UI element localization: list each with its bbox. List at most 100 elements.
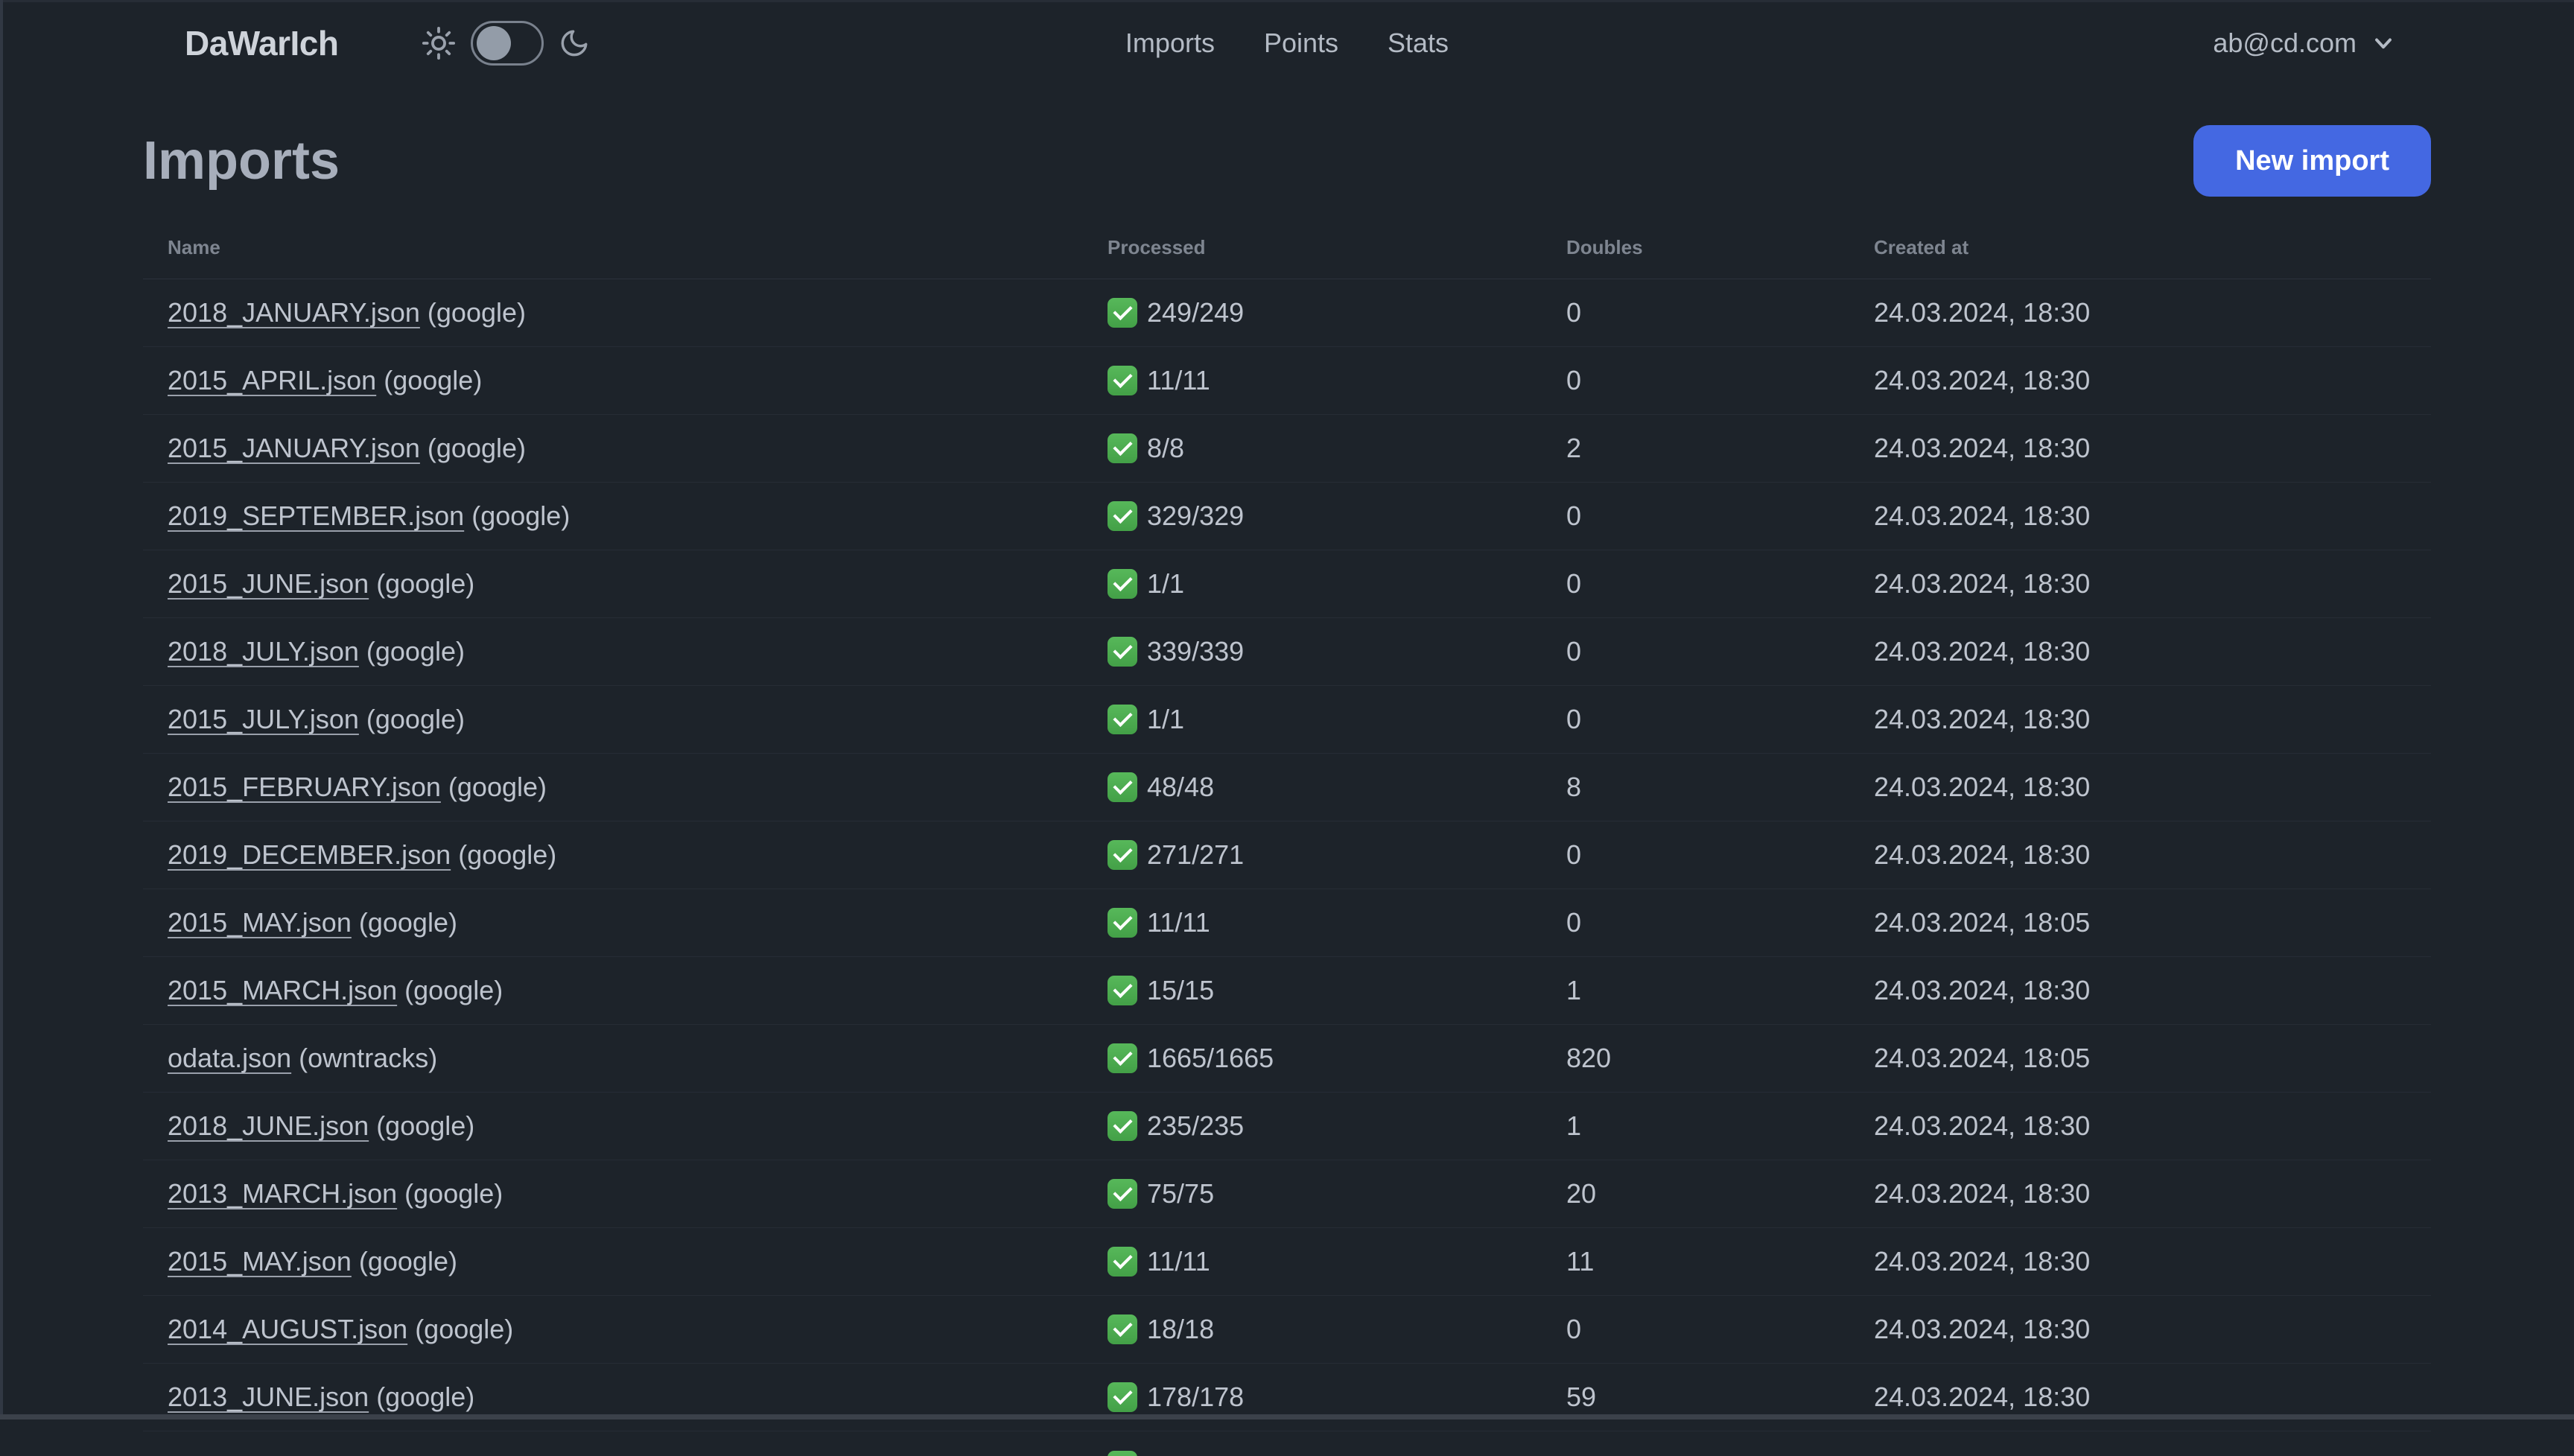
import-name-cell: 2014_AUGUST.json (google) bbox=[168, 1314, 1108, 1345]
import-created-at-cell: 24.03.2024, 18:30 bbox=[1874, 975, 2091, 1005]
new-import-button[interactable]: New import bbox=[2193, 125, 2431, 197]
theme-toggle-switch[interactable] bbox=[471, 21, 544, 66]
import-processed-cell: 1/1 bbox=[1108, 568, 1566, 600]
import-file-link[interactable]: 2015_MAY.json bbox=[168, 1246, 352, 1277]
import-file-link[interactable]: 2013_MARCH.json bbox=[168, 1178, 397, 1209]
check-icon bbox=[1108, 976, 1137, 1005]
check-icon bbox=[1108, 298, 1137, 328]
import-source: (google) bbox=[427, 433, 526, 463]
table-row: 2015_JULY.json (google) 1/1 0 24.03.2024… bbox=[143, 686, 2431, 754]
import-file-link[interactable]: 2015_FEBRUARY.json bbox=[168, 772, 441, 802]
import-name-cell: 2015_MAY.json (google) bbox=[168, 907, 1108, 938]
import-file-link[interactable]: 2018_JUNE.json bbox=[168, 1110, 369, 1141]
nav-imports[interactable]: Imports bbox=[1125, 28, 1215, 59]
import-processed-cell: 339/339 bbox=[1108, 636, 1566, 667]
table-row: odata.json (owntracks) 1665/1665 820 24.… bbox=[143, 1025, 2431, 1093]
column-header-doubles: Doubles bbox=[1566, 235, 1643, 258]
import-created-at-cell: 24.03.2024, 18:30 bbox=[1874, 636, 2091, 667]
processed-count: 235/235 bbox=[1147, 1110, 1245, 1141]
processed-count: 329/329 bbox=[1147, 500, 1245, 531]
table-row: 2018_JULY.json (google) 339/339 0 24.03.… bbox=[143, 618, 2431, 686]
check-icon bbox=[1108, 1451, 1137, 1456]
check-icon bbox=[1108, 433, 1137, 463]
import-source: (google) bbox=[404, 975, 503, 1005]
import-file-link[interactable]: 2015_APRIL.json bbox=[168, 365, 376, 395]
table-row: 2015_FEBRUARY.json (google) 48/48 8 24.0… bbox=[143, 754, 2431, 821]
check-icon bbox=[1108, 908, 1137, 938]
import-source: (google) bbox=[427, 297, 526, 328]
theme-toggle-group bbox=[422, 21, 590, 66]
table-body: 2018_JANUARY.json (google) 249/249 0 24.… bbox=[143, 279, 2431, 1431]
import-doubles-cell: 0 bbox=[1566, 839, 1582, 870]
processed-count: 249/249 bbox=[1147, 297, 1245, 328]
processed-count: 11/11 bbox=[1147, 365, 1210, 395]
nav-points[interactable]: Points bbox=[1264, 28, 1338, 59]
processed-count: 11/11 bbox=[1147, 1246, 1210, 1277]
import-processed-cell: 75/75 bbox=[1108, 1178, 1566, 1209]
table-row: 2013_MARCH.json (google) 75/75 20 24.03.… bbox=[143, 1160, 2431, 1228]
import-processed-cell: 249/249 bbox=[1108, 297, 1566, 328]
navbar-left: DaWarIch bbox=[185, 21, 590, 66]
import-doubles-cell: 0 bbox=[1566, 365, 1582, 395]
import-file-link[interactable]: 2015_JULY.json bbox=[168, 704, 359, 734]
import-name-cell: odata.json (owntracks) bbox=[168, 1043, 1108, 1074]
import-source: (google) bbox=[384, 365, 483, 395]
import-file-link[interactable]: 2014_AUGUST.json bbox=[168, 1314, 407, 1344]
import-created-at-cell: 24.03.2024, 18:30 bbox=[1874, 772, 2091, 802]
import-processed-cell: 178/178 bbox=[1108, 1382, 1566, 1413]
import-file-link[interactable]: 2018_JULY.json bbox=[168, 636, 359, 667]
import-file-link[interactable]: 2015_MAY.json bbox=[168, 907, 352, 938]
import-doubles-cell: 0 bbox=[1566, 636, 1582, 667]
processed-count: 1665/1665 bbox=[1147, 1043, 1274, 1073]
import-doubles-cell: 0 bbox=[1566, 500, 1582, 531]
import-doubles-cell: 1 bbox=[1566, 975, 1582, 1005]
check-icon bbox=[1108, 569, 1137, 599]
import-name-cell: 2015_JUNE.json (google) bbox=[168, 568, 1108, 600]
import-file-link[interactable]: 2019_SEPTEMBER.json bbox=[168, 500, 464, 531]
import-file-link[interactable]: 2018_JANUARY.json bbox=[168, 297, 420, 328]
check-icon bbox=[1108, 840, 1137, 870]
check-icon bbox=[1108, 1247, 1137, 1277]
import-file-link[interactable]: 2013_JUNE.json bbox=[168, 1382, 369, 1412]
import-doubles-cell: 0 bbox=[1566, 704, 1582, 734]
processed-count: 1/1 bbox=[1147, 568, 1185, 599]
import-source: (google) bbox=[376, 1110, 475, 1141]
processed-count: 271/271 bbox=[1147, 839, 1245, 870]
import-created-at-cell: 24.03.2024, 18:30 bbox=[1874, 365, 2091, 395]
import-source: (google) bbox=[458, 839, 557, 870]
table-row: 2015_MAY.json (google) 11/11 0 24.03.202… bbox=[143, 889, 2431, 957]
column-header-processed: Processed bbox=[1108, 235, 1206, 258]
horizontal-scrollbar[interactable] bbox=[0, 1414, 2574, 1420]
import-processed-cell: 48/48 bbox=[1108, 772, 1566, 803]
import-created-at-cell: 24.03.2024, 18:30 bbox=[1874, 1314, 2091, 1344]
import-source: (google) bbox=[366, 704, 465, 734]
import-file-link[interactable]: 2019_DECEMBER.json bbox=[168, 839, 451, 870]
processed-count: 11/11 bbox=[1147, 907, 1210, 938]
import-source: (google) bbox=[358, 1246, 457, 1277]
import-source: (google) bbox=[376, 568, 475, 599]
table-row: 2019_SEPTEMBER.json (google) 329/329 0 2… bbox=[143, 483, 2431, 550]
import-doubles-cell: 2 bbox=[1566, 433, 1582, 463]
main-content: Imports New import Name Processed Double… bbox=[0, 86, 2574, 1456]
import-file-link[interactable]: 2015_JANUARY.json bbox=[168, 433, 420, 463]
check-icon bbox=[1108, 1179, 1137, 1209]
nav-stats[interactable]: Stats bbox=[1388, 28, 1449, 59]
check-icon bbox=[1108, 1314, 1137, 1344]
import-file-link[interactable]: odata.json bbox=[168, 1043, 291, 1073]
import-created-at-cell: 24.03.2024, 18:30 bbox=[1874, 704, 2091, 734]
import-file-link[interactable]: 2015_MARCH.json bbox=[168, 975, 397, 1005]
import-name-cell: 2018_JANUARY.json (google) bbox=[168, 297, 1108, 328]
import-doubles-cell: 20 bbox=[1566, 1178, 1597, 1209]
table-row-partial bbox=[143, 1431, 2431, 1456]
import-created-at-cell: 24.03.2024, 18:30 bbox=[1874, 839, 2091, 870]
table-row: 2015_MARCH.json (google) 15/15 1 24.03.2… bbox=[143, 957, 2431, 1025]
table-row: 2014_AUGUST.json (google) 18/18 0 24.03.… bbox=[143, 1296, 2431, 1364]
import-doubles-cell: 0 bbox=[1566, 297, 1582, 328]
import-processed-cell: 11/11 bbox=[1108, 1246, 1566, 1277]
table-row: 2019_DECEMBER.json (google) 271/271 0 24… bbox=[143, 821, 2431, 889]
import-name-cell: 2013_MARCH.json (google) bbox=[168, 1178, 1108, 1209]
check-icon bbox=[1108, 1382, 1137, 1412]
app-logo[interactable]: DaWarIch bbox=[185, 23, 339, 63]
import-file-link[interactable]: 2015_JUNE.json bbox=[168, 568, 369, 599]
account-menu[interactable]: ab@cd.com bbox=[2213, 28, 2397, 59]
